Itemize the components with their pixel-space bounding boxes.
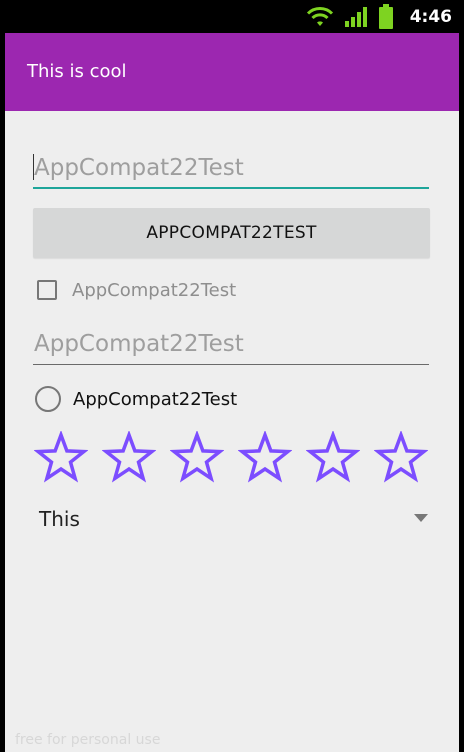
checkbox-label: AppCompat22Test — [72, 279, 237, 301]
spinner[interactable]: This — [33, 501, 430, 537]
rating-bar[interactable] — [34, 431, 428, 483]
signal-icon — [344, 6, 367, 27]
main-content: APPCOMPAT22TEST AppCompat22Test AppCompa… — [5, 111, 459, 752]
appcompat-button[interactable]: APPCOMPAT22TEST — [33, 208, 430, 258]
edit-text-2-input[interactable] — [33, 323, 429, 365]
status-time: 4:46 — [409, 6, 452, 27]
radio-circle[interactable] — [35, 386, 61, 412]
text-cursor — [33, 154, 34, 180]
star-icon[interactable] — [374, 431, 428, 483]
app-title: This is cool — [27, 61, 127, 82]
star-icon[interactable] — [306, 431, 360, 483]
edit-text-2-underline — [33, 364, 429, 365]
status-icons: 4:46 — [306, 0, 452, 33]
spinner-selected-value: This — [39, 507, 80, 531]
watermark: free for personal use — [15, 732, 161, 748]
app-bar: This is cool — [5, 33, 459, 111]
edit-text-1-input[interactable] — [33, 147, 429, 189]
star-icon[interactable] — [238, 431, 292, 483]
star-icon[interactable] — [102, 431, 156, 483]
star-icon[interactable] — [34, 431, 88, 483]
checkbox-box[interactable] — [37, 280, 57, 300]
dropdown-arrow-icon — [414, 514, 428, 522]
radio-button[interactable]: AppCompat22Test — [35, 385, 237, 413]
star-icon[interactable] — [170, 431, 224, 483]
checkbox[interactable]: AppCompat22Test — [37, 277, 236, 303]
battery-icon — [378, 3, 393, 29]
edit-text-1-underline — [33, 187, 429, 189]
radio-label: AppCompat22Test — [73, 388, 238, 410]
edit-text-2[interactable] — [33, 323, 429, 365]
edit-text-1[interactable] — [33, 147, 429, 189]
status-bar: 4:46 — [0, 0, 464, 33]
wifi-icon — [306, 6, 333, 26]
